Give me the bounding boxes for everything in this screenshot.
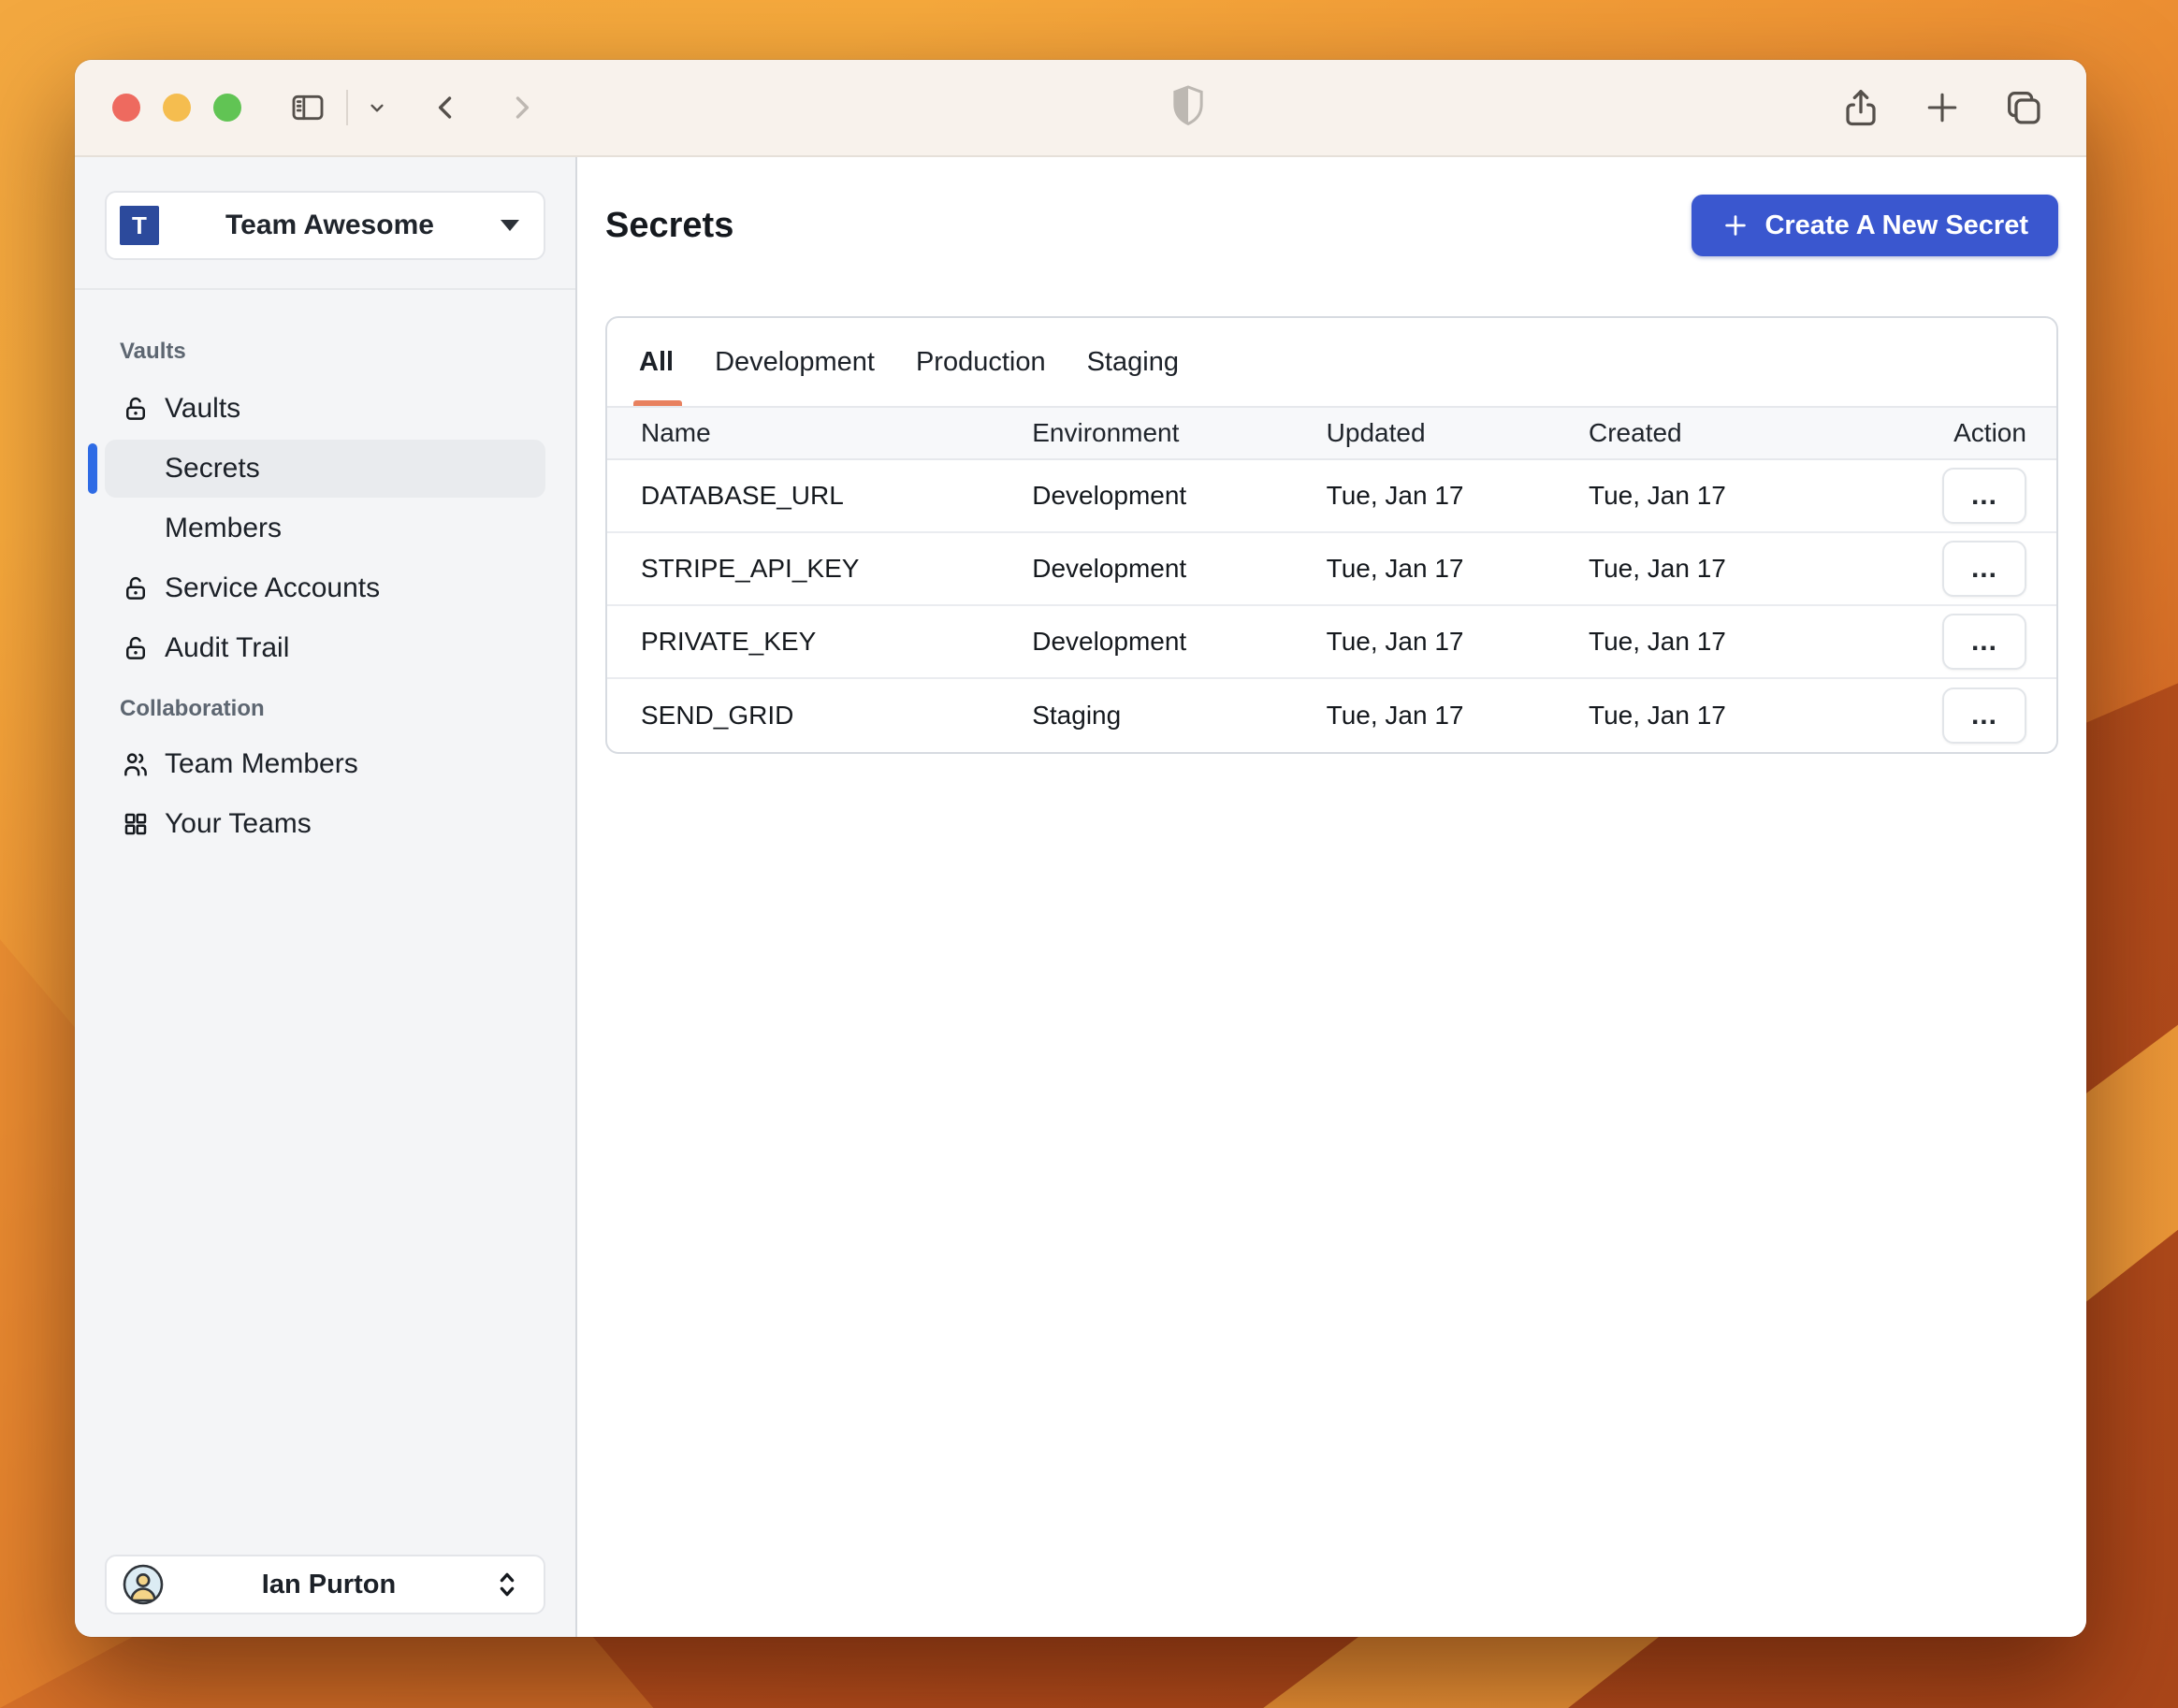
sidebar-item-label: Team Members xyxy=(165,748,358,779)
share-icon[interactable] xyxy=(1839,86,1882,129)
table-row: PRIVATE_KEY Development Tue, Jan 17 Tue,… xyxy=(607,606,2056,679)
lock-open-icon xyxy=(122,634,150,662)
people-icon xyxy=(122,750,150,778)
sidebar-item-label: Vaults xyxy=(165,393,241,424)
sidebar-item-label: Secrets xyxy=(165,453,260,484)
sidebar-item-vaults[interactable]: Vaults xyxy=(105,380,545,438)
lock-open-icon xyxy=(122,574,150,602)
avatar xyxy=(122,1563,165,1606)
sidebar-nav: Vaults Vaults Secrets Members Service Ac… xyxy=(75,339,575,853)
sidebar-item-members[interactable]: Members xyxy=(105,499,545,557)
table-row: SEND_GRID Staging Tue, Jan 17 Tue, Jan 1… xyxy=(607,679,2056,752)
tab-overview-icon[interactable] xyxy=(2002,86,2045,129)
secret-updated: Tue, Jan 17 xyxy=(1326,701,1464,730)
sidebar-item-label: Your Teams xyxy=(165,808,312,839)
tab-staging[interactable]: Staging xyxy=(1087,318,1179,406)
main-content: Secrets Create A New Secret All Developm… xyxy=(577,157,2086,1637)
column-header-action: Action xyxy=(1953,418,2026,447)
create-secret-label: Create A New Secret xyxy=(1764,210,2028,240)
section-label-collaboration: Collaboration xyxy=(120,696,265,721)
team-selector[interactable]: T Team Awesome xyxy=(105,191,545,260)
chevron-down-icon[interactable] xyxy=(365,95,389,120)
secret-updated: Tue, Jan 17 xyxy=(1326,481,1464,510)
sidebar-item-team-members[interactable]: Team Members xyxy=(105,735,545,793)
tab-all[interactable]: All xyxy=(632,318,683,406)
column-header-updated: Updated xyxy=(1326,418,1426,447)
row-actions-button[interactable]: ... xyxy=(1941,468,2026,524)
table-row: STRIPE_API_KEY Development Tue, Jan 17 T… xyxy=(607,533,2056,606)
row-actions-button[interactable]: ... xyxy=(1941,688,2026,744)
table-row: DATABASE_URL Development Tue, Jan 17 Tue… xyxy=(607,460,2056,533)
titlebar-separator xyxy=(346,90,348,125)
secret-created: Tue, Jan 17 xyxy=(1589,701,1726,730)
forward-icon[interactable] xyxy=(505,92,537,123)
secrets-card: All Development Production Staging Name … xyxy=(605,316,2058,754)
team-avatar: T xyxy=(120,206,159,245)
sidebar-toggle-icon[interactable] xyxy=(286,89,329,126)
sidebar-item-audit-trail[interactable]: Audit Trail xyxy=(105,619,545,677)
zoom-button[interactable] xyxy=(213,94,241,122)
close-button[interactable] xyxy=(112,94,140,122)
sidebar: T Team Awesome Vaults Vaults Secrets Mem… xyxy=(75,157,577,1637)
user-selector[interactable]: Ian Purton xyxy=(105,1555,545,1614)
sidebar-item-label: Audit Trail xyxy=(165,632,290,663)
titlebar xyxy=(75,60,2086,157)
column-header-environment: Environment xyxy=(1032,418,1180,447)
column-header-name: Name xyxy=(641,418,711,447)
row-actions-button[interactable]: ... xyxy=(1941,541,2026,597)
column-header-created: Created xyxy=(1589,418,1682,447)
team-name: Team Awesome xyxy=(225,210,434,240)
secret-environment: Development xyxy=(1032,627,1187,656)
secret-created: Tue, Jan 17 xyxy=(1589,627,1726,656)
create-secret-button[interactable]: Create A New Secret xyxy=(1692,195,2058,256)
section-label-vaults: Vaults xyxy=(120,339,186,364)
minimize-button[interactable] xyxy=(163,94,191,122)
back-icon[interactable] xyxy=(430,92,462,123)
secret-name: SEND_GRID xyxy=(641,701,794,730)
table-header: Name Environment Updated Created Action xyxy=(607,406,2056,460)
sidebar-item-label: Members xyxy=(165,513,283,543)
tab-development[interactable]: Development xyxy=(715,318,875,406)
sidebar-divider xyxy=(75,288,575,290)
secret-updated: Tue, Jan 17 xyxy=(1326,627,1464,656)
row-actions-button[interactable]: ... xyxy=(1941,614,2026,670)
app-window: T Team Awesome Vaults Vaults Secrets Mem… xyxy=(75,60,2086,1637)
user-name: Ian Purton xyxy=(261,1569,397,1599)
lock-open-icon xyxy=(122,395,150,423)
page-title: Secrets xyxy=(605,205,734,245)
shield-icon xyxy=(1169,83,1207,133)
chevron-up-down-icon xyxy=(493,1569,521,1600)
secret-name: STRIPE_API_KEY xyxy=(641,554,860,583)
secret-updated: Tue, Jan 17 xyxy=(1326,554,1464,583)
plus-icon xyxy=(1721,211,1750,239)
sidebar-item-secrets[interactable]: Secrets xyxy=(88,440,545,498)
secret-created: Tue, Jan 17 xyxy=(1589,554,1726,583)
sidebar-item-label: Service Accounts xyxy=(165,572,381,603)
secret-environment: Development xyxy=(1032,481,1187,510)
sidebar-item-service-accounts[interactable]: Service Accounts xyxy=(105,559,545,617)
secret-created: Tue, Jan 17 xyxy=(1589,481,1726,510)
secret-name: PRIVATE_KEY xyxy=(641,627,817,656)
environment-tabs: All Development Production Staging xyxy=(607,318,2056,406)
new-tab-icon[interactable] xyxy=(1922,87,1963,128)
sidebar-item-your-teams[interactable]: Your Teams xyxy=(105,795,545,853)
secret-name: DATABASE_URL xyxy=(641,481,844,510)
tab-production[interactable]: Production xyxy=(916,318,1046,406)
grid-icon xyxy=(122,810,150,838)
secret-environment: Development xyxy=(1032,554,1187,583)
caret-down-icon xyxy=(501,220,519,231)
traffic-lights xyxy=(112,94,241,122)
secret-environment: Staging xyxy=(1032,701,1122,730)
